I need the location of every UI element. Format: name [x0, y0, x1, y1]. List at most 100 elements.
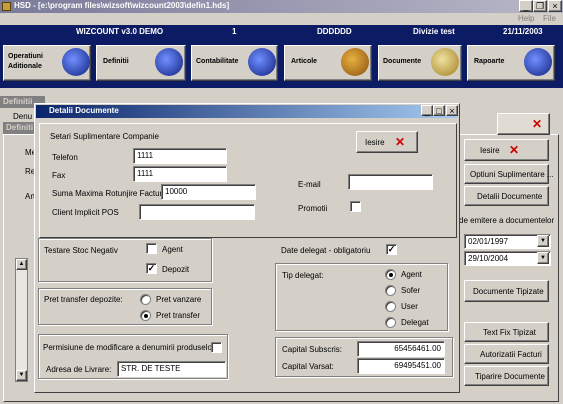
pret-transfer-radio[interactable] — [140, 310, 151, 321]
scroll-up-arrow-icon[interactable]: ▲ — [16, 259, 27, 270]
email-field[interactable] — [348, 174, 433, 190]
delegat-delegat-radio[interactable] — [385, 317, 396, 328]
stoc-negativ-group: Testare Stoc Negativ Agent ✓ Depozit — [38, 238, 212, 282]
bg-iesire-partial-button[interactable]: ✕ — [497, 113, 550, 135]
iesire-button[interactable]: Iesire ✕ — [356, 131, 418, 153]
bg-iesire-button[interactable]: Iesire ✕ — [464, 139, 549, 161]
printer-icon — [524, 48, 552, 76]
permisiune-group: Permisiune de modificare a denumirii pro… — [38, 334, 228, 379]
bg-scrollbar[interactable]: ▲ ▼ — [15, 258, 28, 382]
delegat-user-label: User — [401, 302, 418, 311]
pret-vanzare-radio[interactable] — [140, 294, 151, 305]
toolbar-articole-button[interactable]: Articole — [284, 45, 372, 81]
dialog-title-bar: Detalii Documente _ □ × — [36, 105, 458, 118]
app-icon — [2, 2, 11, 11]
restore-button[interactable]: ❐ — [533, 0, 547, 12]
bg-window-title-2: Definiti — [6, 123, 34, 132]
telefon-field[interactable]: 1111 — [133, 148, 227, 164]
close-x-icon: ✕ — [395, 135, 406, 149]
rotunjire-label: Suma Maxima Rotunjire Factura — [52, 189, 167, 198]
documente-tipizate-button[interactable]: Documente Tipizate — [464, 280, 549, 302]
bg-iesire-label: Iesire — [480, 146, 500, 155]
tip-delegat-label: Tip delegat: — [282, 271, 324, 280]
bg-label-denu: Denu — [13, 112, 33, 121]
dialog-title: Detalii Documente — [49, 106, 119, 115]
iesire-label: Iesire — [365, 138, 385, 147]
close-x-icon: ✕ — [532, 117, 543, 131]
delegat-oblig-label: Date delegat - obligatoriu — [281, 246, 371, 255]
stoc-depozit-label: Depozit — [162, 265, 190, 274]
detalii-documente-label: Detalii Documente — [477, 192, 543, 201]
menu-help[interactable]: Help — [518, 14, 534, 23]
client-pos-field[interactable] — [139, 204, 255, 220]
promotii-checkbox[interactable] — [350, 201, 361, 212]
documente-tipizate-label: Documente Tipizate — [473, 287, 544, 296]
app-version: WIZCOUNT v3.0 DEMO — [76, 27, 164, 36]
chevron-down-icon[interactable]: ▼ — [537, 235, 549, 247]
text-fix-tipizat-button[interactable]: Text Fix Tipizat — [464, 322, 549, 342]
toolbar-documente-label: Documente — [383, 58, 422, 65]
info-code: DDDDDD — [317, 27, 352, 36]
stoc-depozit-checkbox[interactable]: ✓ — [146, 263, 157, 274]
optiuni-suplimentare-button[interactable]: Optiuni Suplimentare ... — [464, 164, 554, 184]
gear-icon — [62, 48, 90, 76]
bg-window-title-1: Definitii — [3, 97, 33, 106]
toolbar-operatiuni-button[interactable]: Operatiuni Aditionale — [3, 45, 91, 81]
toolbar-rapoarte-button[interactable]: Rapoarte — [467, 45, 555, 81]
close-x-icon: ✕ — [509, 143, 520, 157]
tiparire-documente-label: Tiparire Documente — [475, 372, 545, 381]
delegat-agent-radio[interactable] — [385, 269, 396, 280]
dialog-close-button[interactable]: × — [446, 105, 458, 116]
stoc-agent-checkbox[interactable] — [146, 243, 157, 254]
menu-bar: Help File — [0, 13, 563, 25]
main-title-bar: HSD - [e:\program files\wizsoft\wizcount… — [0, 0, 563, 13]
close-button[interactable]: × — [548, 0, 562, 12]
detalii-dialog: Detalii Documente _ □ × Setari Supliment… — [34, 103, 460, 393]
delegat-agent-label: Agent — [401, 270, 422, 279]
pret-transfer-label: Pret transfer — [156, 311, 201, 320]
autorizatii-facturi-label: Autorizatii Facturi — [480, 350, 542, 359]
delegat-user-radio[interactable] — [385, 301, 396, 312]
tiparire-documente-button[interactable]: Tiparire Documente — [464, 366, 549, 386]
company-settings-panel: Setari Suplimentare Companie Iesire ✕ Te… — [39, 123, 457, 238]
detalii-documente-button[interactable]: Detalii Documente — [464, 186, 549, 206]
toolbar: Operatiuni Aditionale Definitii Contabil… — [0, 38, 563, 88]
phone-icon — [155, 48, 183, 76]
document-icon — [431, 48, 459, 76]
info-date: 21/11/2003 — [503, 27, 543, 36]
adresa-field[interactable]: STR. DE TESTE — [117, 361, 226, 377]
capital-subscris-label: Capital Subscris: — [282, 345, 343, 354]
delegat-sofer-radio[interactable] — [385, 285, 396, 296]
optiuni-suplimentare-label: Optiuni Suplimentare ... — [470, 170, 554, 179]
capital-subscris-field[interactable]: 65456461.00 — [357, 341, 445, 357]
date2-value: 29/10/2004 — [468, 254, 509, 263]
client-pos-label: Client Implicit POS — [52, 208, 119, 217]
dialog-minimize-button[interactable]: _ — [421, 105, 433, 116]
info-bar: WIZCOUNT v3.0 DEMO 1 DDDDDD Divizie test… — [0, 25, 563, 38]
menu-file[interactable]: File — [543, 14, 556, 23]
autorizatii-facturi-button[interactable]: Autorizatii Facturi — [464, 344, 549, 364]
capital-varsat-field[interactable]: 69495451.00 — [357, 358, 445, 374]
date1-value: 02/01/1997 — [468, 237, 509, 246]
chevron-down-icon[interactable]: ▼ — [537, 252, 549, 264]
rotunjire-field[interactable]: 10000 — [161, 184, 256, 200]
scroll-down-arrow-icon[interactable]: ▼ — [16, 370, 27, 381]
info-num: 1 — [232, 27, 237, 36]
toolbar-documente-button[interactable]: Documente — [378, 45, 462, 81]
date1-select[interactable]: 02/01/1997 ▼ — [464, 234, 551, 249]
minimize-button[interactable]: _ — [519, 0, 533, 12]
date2-select[interactable]: 29/10/2004 ▼ — [464, 251, 551, 266]
delegat-oblig-checkbox[interactable]: ✓ — [386, 244, 397, 255]
email-label: E-mail — [298, 180, 321, 189]
emitere-label: de emitere a documentelor — [459, 216, 555, 225]
fax-field[interactable]: 1111 — [133, 166, 227, 182]
text-fix-tipizat-label: Text Fix Tipizat — [483, 328, 536, 337]
permisiune-checkbox[interactable] — [211, 342, 222, 353]
adresa-label: Adresa de Livrare: — [46, 365, 112, 374]
telefon-label: Telefon — [52, 153, 78, 162]
toolbar-definitii-button[interactable]: Definitii — [96, 45, 186, 81]
toolbar-operatiuni-label: Operatiuni Aditionale — [8, 53, 44, 70]
toolbar-contabilitate-button[interactable]: Contabilitate — [191, 45, 278, 81]
toolbar-contabilitate-label: Contabilitate — [196, 58, 239, 65]
dialog-maximize-button[interactable]: □ — [433, 105, 445, 116]
